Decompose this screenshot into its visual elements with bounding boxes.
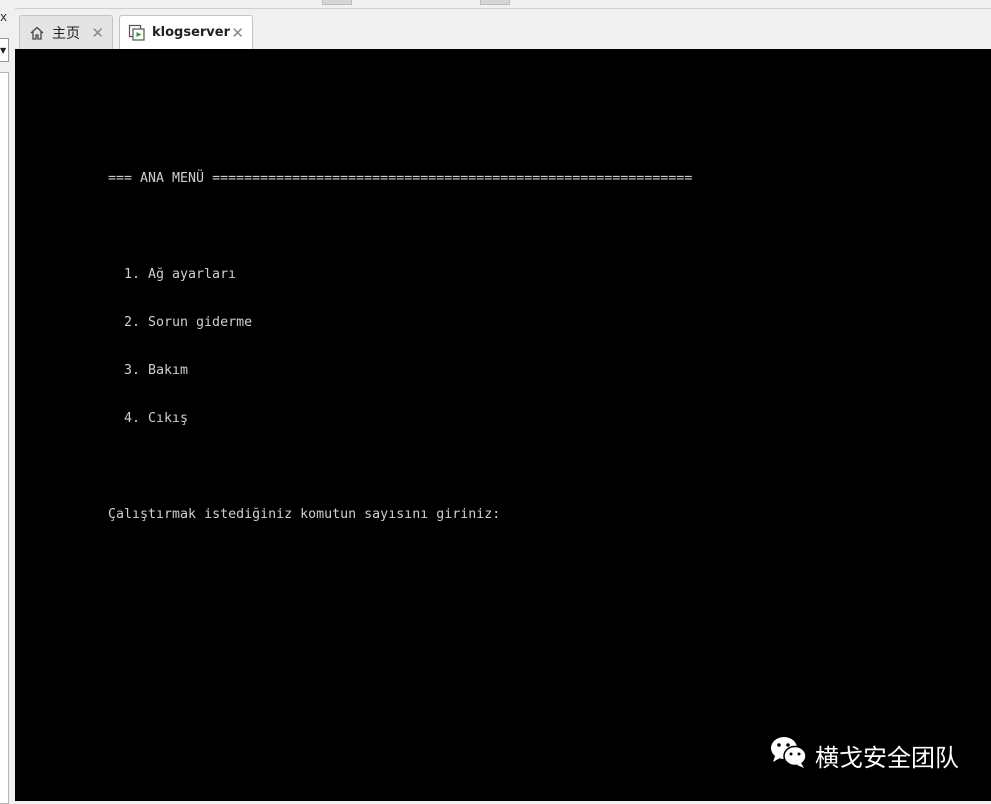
menu-item: 3. Bakım [124, 363, 189, 378]
close-icon[interactable]: ✕ [231, 24, 244, 42]
menu-header: === ANA MENÜ ===========================… [108, 171, 693, 186]
library-pane[interactable] [0, 72, 9, 804]
watermark-text: 横戈安全团队 [815, 743, 959, 772]
tab-home[interactable]: 主页 ✕ [19, 15, 113, 49]
left-panel-close-icon[interactable]: x [0, 10, 7, 24]
home-icon [28, 24, 46, 42]
command-prompt: Çalıştırmak istediğiniz komutun sayısını… [108, 507, 501, 522]
terminal-output: === ANA MENÜ ===========================… [108, 139, 692, 555]
menu-item: 4. Cıkış [124, 411, 189, 426]
close-icon[interactable]: ✕ [91, 24, 104, 42]
chevron-down-icon: ▼ [0, 46, 7, 55]
left-panel: x ▼ [0, 0, 14, 804]
tab-klogserver[interactable]: klogserver ✕ [119, 15, 253, 49]
tab-label: 主页 [52, 25, 80, 42]
tab-bar: 主页 ✕ klogserver ✕ [15, 8, 991, 50]
wechat-icon [769, 735, 815, 775]
vm-running-icon [128, 24, 146, 42]
tab-label: klogserver [152, 25, 231, 40]
window-top-strip [0, 0, 991, 8]
vm-console[interactable]: === ANA MENÜ ===========================… [15, 49, 991, 801]
menu-item: 2. Sorun giderme [124, 315, 253, 330]
menu-item: 1. Ağ ayarları [124, 267, 237, 282]
left-panel-dropdown[interactable]: ▼ [0, 38, 9, 62]
toolbar-nub [322, 0, 352, 5]
watermark: 横戈安全团队 [769, 735, 959, 775]
toolbar-nub [480, 0, 510, 5]
